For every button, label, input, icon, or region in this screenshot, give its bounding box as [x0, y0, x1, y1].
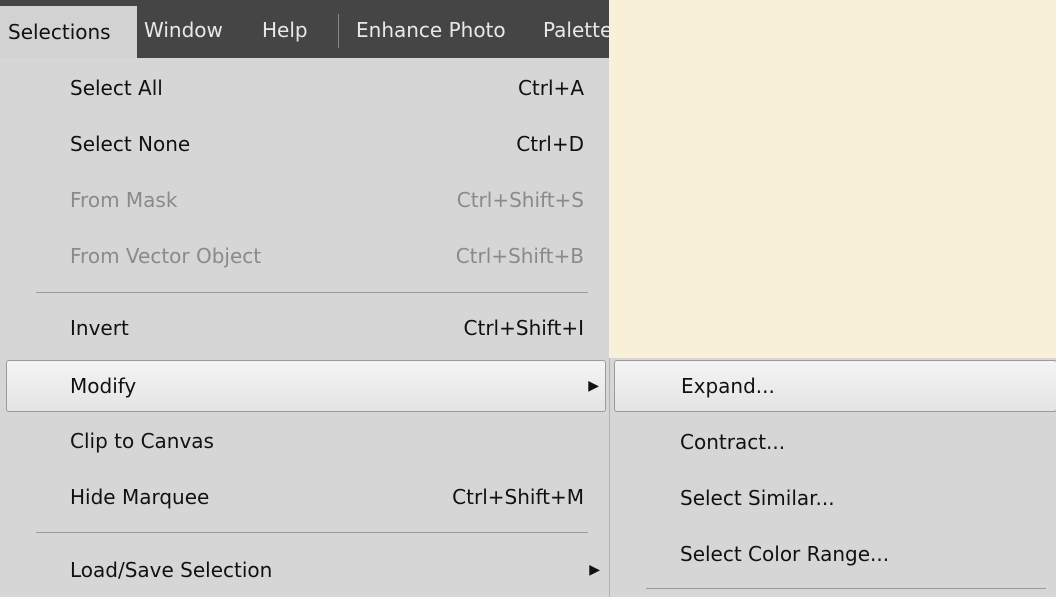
- menu-item-shortcut: Ctrl+Shift+I: [463, 316, 584, 340]
- menu-selections-label: Selections: [8, 20, 111, 44]
- menu-item-from-vector-object[interactable]: From Vector Object Ctrl+Shift+B: [6, 231, 606, 281]
- submenu-item-select-color-range[interactable]: Select Color Range...: [614, 529, 1056, 579]
- menu-item-label: Invert: [70, 316, 129, 340]
- menu-item-from-mask[interactable]: From Mask Ctrl+Shift+S: [6, 175, 606, 225]
- menu-item-hide-marquee[interactable]: Hide Marquee Ctrl+Shift+M: [6, 472, 606, 522]
- menu-item-select-none[interactable]: Select None Ctrl+D: [6, 119, 606, 169]
- menu-item-label: Load/Save Selection: [70, 558, 273, 582]
- menu-item-label: From Mask: [70, 188, 178, 212]
- menu-item-label: Select None: [70, 132, 191, 156]
- submenu-item-label: Expand...: [681, 374, 775, 398]
- menu-selections[interactable]: Selections: [0, 6, 137, 58]
- submenu-separator: [646, 588, 1046, 589]
- submenu-item-contract[interactable]: Contract...: [614, 417, 1056, 467]
- menu-separator: [36, 292, 588, 293]
- modify-submenu: Expand... Contract... Select Similar... …: [609, 358, 1056, 597]
- menu-item-clip-to-canvas[interactable]: Clip to Canvas: [6, 416, 606, 466]
- menu-item-shortcut: Ctrl+Shift+B: [455, 244, 584, 268]
- submenu-item-label: Select Color Range...: [680, 542, 890, 566]
- menu-help-label: Help: [262, 18, 308, 42]
- menu-item-label: From Vector Object: [70, 244, 262, 268]
- submenu-item-expand[interactable]: Expand...: [614, 360, 1056, 412]
- submenu-arrow-icon: ▶: [589, 562, 600, 578]
- menu-palette-label: Palette: [543, 18, 609, 42]
- menu-palette[interactable]: Palette: [543, 14, 609, 46]
- menu-item-shortcut: Ctrl+Shift+S: [456, 188, 584, 212]
- menu-item-select-all[interactable]: Select All Ctrl+A: [6, 63, 606, 113]
- menu-window-label: Window: [144, 18, 223, 42]
- menu-item-load-save-selection[interactable]: Load/Save Selection ▶: [6, 545, 606, 595]
- submenu-item-select-similar[interactable]: Select Similar...: [614, 473, 1056, 523]
- menu-item-modify[interactable]: Modify ▶: [6, 360, 606, 412]
- submenu-item-label: Select Similar...: [680, 486, 835, 510]
- menu-item-label: Select All: [70, 76, 163, 100]
- workspace-area: [609, 0, 1056, 358]
- menu-enhance-photo[interactable]: Enhance Photo: [356, 14, 506, 46]
- menu-item-label: Hide Marquee: [70, 485, 210, 509]
- menu-bar: Selections Window Help Enhance Photo Pal…: [0, 0, 609, 58]
- menu-item-shortcut: Ctrl+A: [517, 76, 584, 100]
- menu-item-shortcut: Ctrl+Shift+M: [452, 485, 584, 509]
- menu-item-invert[interactable]: Invert Ctrl+Shift+I: [6, 303, 606, 353]
- selections-menu: Select All Ctrl+A Select None Ctrl+D Fro…: [0, 58, 609, 597]
- menu-item-shortcut: Ctrl+D: [516, 132, 584, 156]
- menu-window[interactable]: Window: [144, 14, 223, 46]
- submenu-arrow-icon: ▶: [588, 378, 599, 394]
- menubar-separator: [338, 14, 339, 48]
- menu-item-label: Modify: [70, 374, 137, 398]
- menu-separator: [36, 532, 588, 533]
- menu-item-label: Clip to Canvas: [70, 429, 214, 453]
- menu-enhance-photo-label: Enhance Photo: [356, 18, 506, 42]
- submenu-item-label: Contract...: [680, 430, 786, 454]
- menu-help[interactable]: Help: [262, 14, 308, 46]
